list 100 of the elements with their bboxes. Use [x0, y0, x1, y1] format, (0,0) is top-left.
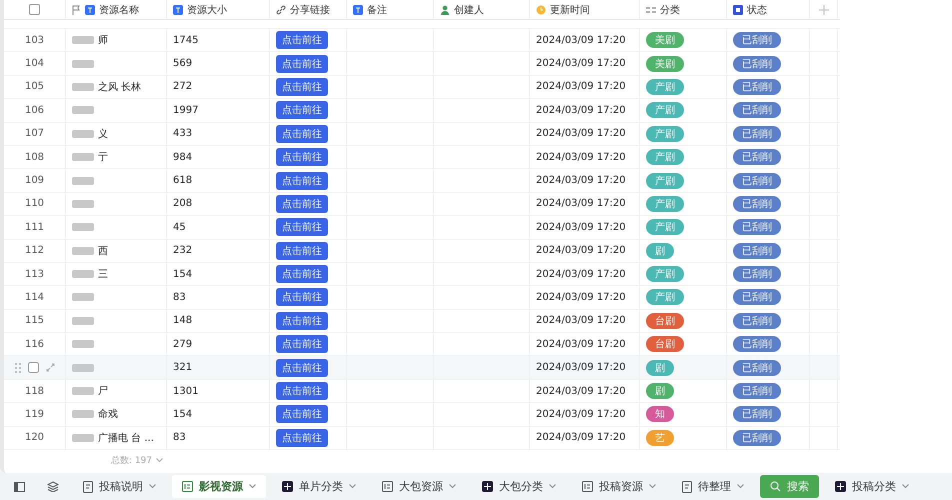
open-link-button[interactable]: 点击前往: [276, 148, 328, 166]
column-header[interactable]: 资源名称: [66, 0, 167, 19]
open-link-button[interactable]: 点击前往: [276, 242, 328, 260]
chevron-down-icon: [549, 484, 556, 489]
table-icon: [182, 481, 193, 492]
redaction-block: [72, 270, 94, 278]
category-tag: 产剧: [646, 149, 684, 166]
table-cell: 2024/03/09 17:20: [536, 175, 626, 186]
table-icon: [582, 481, 593, 492]
table-cell: 433: [173, 128, 192, 140]
table-cell: 2024/03/09 17:20: [536, 198, 626, 210]
search-icon: [770, 481, 781, 492]
column-header[interactable]: 更新时间: [530, 0, 640, 19]
sheet-tab[interactable]: 投稿分类: [825, 475, 919, 498]
clock-icon: [536, 4, 546, 14]
open-link-button[interactable]: 点击前往: [276, 101, 328, 120]
column-header[interactable]: 分类: [640, 0, 727, 19]
category-tag: 剧: [646, 383, 674, 400]
chevron-down-icon: [149, 484, 156, 489]
open-link-button[interactable]: 点击前往: [276, 172, 328, 190]
open-link-button[interactable]: 点击前往: [276, 358, 328, 377]
status-tag: 已刮削: [733, 242, 781, 259]
table-cell: 2024/03/09 17:20: [536, 81, 626, 92]
sheet-tab[interactable]: 影视资源: [172, 475, 266, 498]
text-field-icon: [85, 4, 95, 14]
redaction-block: [72, 106, 94, 114]
grid-icon: [835, 481, 846, 492]
status-tag: 已刮削: [733, 196, 781, 212]
status-tag: 已刮削: [733, 383, 781, 400]
sheet-tab[interactable]: 单片分类: [272, 475, 366, 498]
table-cell-text: 尸: [98, 385, 108, 398]
open-link-button[interactable]: 点击前往: [276, 218, 328, 236]
chevron-down-icon: [902, 484, 909, 489]
expand-icon[interactable]: [46, 363, 54, 372]
table-cell-text: 三: [98, 268, 108, 282]
row-number: 109: [24, 175, 44, 186]
row-checkbox[interactable]: [28, 362, 38, 374]
grid-icon: [282, 481, 293, 492]
table-cell: 2024/03/09 17:20: [536, 152, 626, 163]
open-link-button[interactable]: 点击前往: [276, 288, 328, 306]
open-link-button[interactable]: 点击前往: [276, 78, 328, 96]
status-tag: 已刮削: [733, 336, 781, 352]
open-link-button[interactable]: 点击前往: [276, 312, 328, 330]
column-header[interactable]: 分享链接: [270, 0, 347, 19]
layers-icon[interactable]: [47, 481, 59, 492]
select-all-checkbox[interactable]: [29, 4, 40, 15]
table-cell: 83: [173, 432, 186, 444]
status-tag: 已刮削: [733, 149, 781, 166]
column-header[interactable]: 状态: [727, 0, 810, 19]
open-link-button[interactable]: 点击前往: [276, 335, 328, 354]
redaction-block: [72, 200, 94, 208]
sheet-tab[interactable]: 大包分类: [472, 475, 566, 498]
open-link-button[interactable]: 点击前往: [276, 124, 328, 143]
table-cell: 2024/03/09 17:20: [536, 128, 626, 140]
redaction-block: [72, 36, 94, 44]
chevron-down-icon: [737, 484, 744, 489]
row-number: 107: [24, 128, 44, 140]
table-cell: 2024/03/09 17:20: [536, 268, 626, 280]
table-cell: 83: [173, 292, 186, 303]
redaction-block: [72, 364, 94, 372]
category-tag: 产剧: [646, 219, 684, 236]
open-link-button[interactable]: 点击前往: [276, 194, 328, 213]
table-cell: 45: [173, 222, 186, 233]
category-tag: 艺: [646, 430, 674, 446]
chevron-down-icon[interactable]: [156, 458, 163, 463]
text-field-icon: [173, 4, 183, 14]
redaction-block: [72, 316, 94, 325]
open-link-button[interactable]: 点击前往: [276, 54, 328, 73]
status-tag: 已刮削: [733, 32, 781, 48]
table-cell-text: 广播电 台 ...: [98, 432, 154, 445]
row-number: 103: [24, 34, 44, 46]
open-link-button[interactable]: 点击前往: [276, 31, 328, 50]
column-header[interactable]: 资源大小: [167, 0, 270, 19]
table-cell: 148: [173, 315, 192, 326]
drag-handle-icon[interactable]: [14, 362, 20, 373]
add-column-icon[interactable]: [818, 4, 828, 14]
open-link-button[interactable]: 点击前往: [276, 428, 328, 447]
table-cell: 2024/03/09 17:20: [536, 338, 626, 350]
sheet-tab[interactable]: 待整理: [672, 475, 754, 498]
status-tag: 已刮削: [733, 56, 781, 72]
sheet-tab[interactable]: 搜索: [760, 475, 819, 498]
sidebar-toggle-icon[interactable]: [14, 482, 25, 492]
table-icon: [382, 481, 393, 492]
status-tag: 已刮削: [733, 78, 781, 95]
status-tag: 已刮削: [733, 172, 781, 189]
sheet-tab[interactable]: 大包资源: [372, 475, 466, 498]
open-link-button[interactable]: 点击前往: [276, 265, 328, 284]
table-cell: 2024/03/09 17:20: [536, 222, 626, 233]
category-tag: 知: [646, 406, 674, 422]
category-tag: 产剧: [646, 266, 684, 282]
category-tag: 美剧: [646, 56, 684, 72]
sheet-tab[interactable]: 投稿资源: [572, 475, 666, 498]
category-tag: 产剧: [646, 196, 684, 212]
sheet-tab[interactable]: 投稿说明: [73, 475, 166, 498]
redaction-block: [72, 434, 94, 442]
redaction-block: [72, 176, 94, 185]
open-link-button[interactable]: 点击前往: [276, 405, 328, 424]
column-header[interactable]: 创建人: [434, 0, 530, 19]
open-link-button[interactable]: 点击前往: [276, 382, 328, 400]
column-header[interactable]: 备注: [347, 0, 434, 19]
